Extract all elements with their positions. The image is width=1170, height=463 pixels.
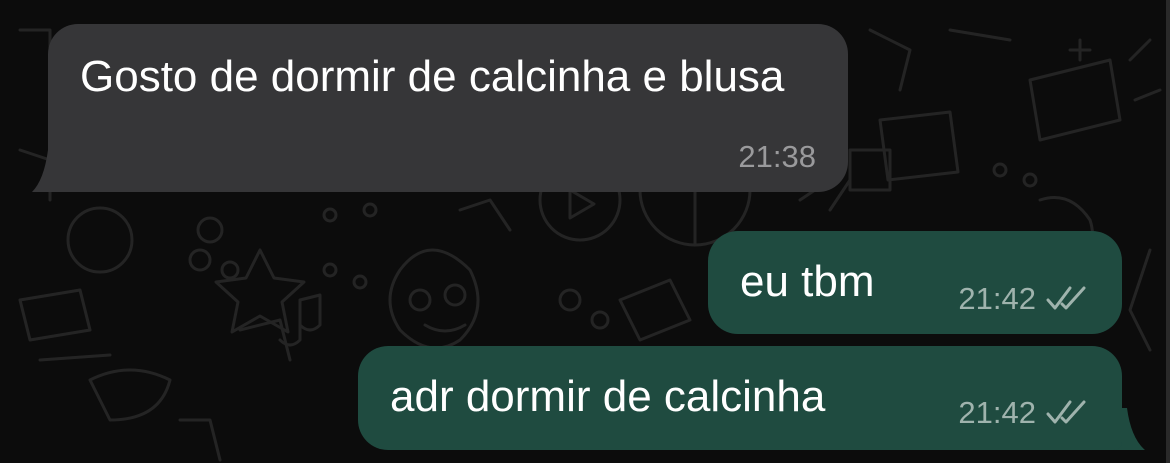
message-text: eu tbm — [740, 257, 875, 306]
message-time: 21:38 — [738, 139, 816, 174]
scroll-edge — [1166, 0, 1170, 463]
double-check-icon — [1046, 286, 1086, 310]
double-check-icon — [1046, 400, 1086, 424]
message-meta: 21:38 — [738, 139, 816, 175]
chat-area[interactable]: Gosto de dormir de calcinha e blusa 21:3… — [0, 0, 1170, 463]
message-bubble-incoming[interactable]: Gosto de dormir de calcinha e blusa 21:3… — [48, 24, 848, 192]
message-bubble-outgoing[interactable]: adr dormir de calcinha 21:42 — [358, 346, 1122, 450]
message-time: 21:42 — [958, 281, 1036, 316]
message-meta: 21:42 — [958, 395, 1090, 431]
message-text: adr dormir de calcinha — [390, 372, 826, 421]
message-bubble-outgoing[interactable]: eu tbm 21:42 — [708, 231, 1122, 334]
message-text: Gosto de dormir de calcinha e blusa — [80, 52, 785, 101]
message-meta: 21:42 — [958, 281, 1090, 317]
message-time: 21:42 — [958, 395, 1036, 430]
